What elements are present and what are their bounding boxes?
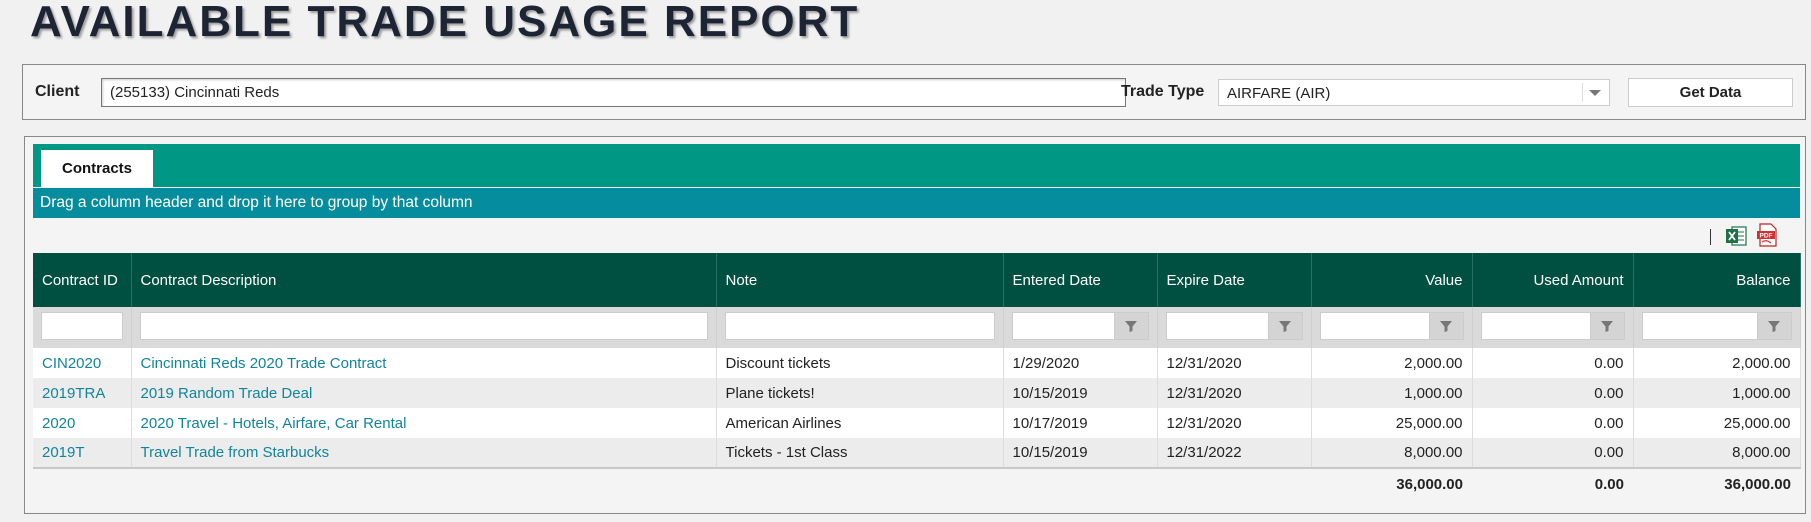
tabstrip: Contracts	[33, 144, 1800, 187]
column-header-contract-description[interactable]: Contract Description	[131, 253, 717, 307]
filter-cell	[716, 307, 1004, 348]
table-row[interactable]: 2020 2020 Travel - Hotels, Airfare, Car …	[33, 408, 1801, 438]
filter-cell	[1003, 307, 1158, 348]
contract-description-link[interactable]: 2019 Random Trade Deal	[131, 378, 717, 408]
trade-type-label: Trade Type	[1121, 83, 1205, 100]
tab-contracts[interactable]: Contracts	[41, 150, 153, 187]
filter-input-note[interactable]	[724, 312, 995, 340]
filter-input-expire-date[interactable]	[1165, 312, 1269, 340]
filter-icon[interactable]	[1268, 312, 1303, 340]
get-data-button[interactable]: Get Data	[1628, 78, 1793, 107]
filter-input-contract-id[interactable]	[41, 312, 123, 340]
expire-date-cell: 12/31/2022	[1157, 438, 1312, 468]
filter-icon[interactable]	[1590, 312, 1625, 340]
entered-date-cell: 10/15/2019	[1003, 438, 1158, 468]
value-cell: 1,000.00	[1311, 378, 1473, 408]
note-cell: Discount tickets	[716, 348, 1004, 378]
client-input[interactable]: (255133) Cincinnati Reds	[101, 78, 1126, 107]
pdf-export-icon[interactable]: PDF	[1756, 223, 1778, 247]
balance-cell: 8,000.00	[1633, 438, 1801, 468]
filter-input-contract-description[interactable]	[139, 312, 708, 340]
column-header-balance[interactable]: Balance	[1633, 253, 1801, 307]
used-amount-cell: 0.00	[1472, 438, 1634, 468]
grid-toolbar: PDF	[33, 219, 1800, 253]
entered-date-cell: 10/17/2019	[1003, 408, 1158, 438]
contract-id-link[interactable]: 2020	[33, 408, 132, 438]
expire-date-cell: 12/31/2020	[1157, 348, 1312, 378]
balance-cell: 2,000.00	[1633, 348, 1801, 378]
column-header-value[interactable]: Value	[1311, 253, 1473, 307]
filter-cell	[33, 307, 132, 348]
contract-id-link[interactable]: CIN2020	[33, 348, 132, 378]
expire-date-cell: 12/31/2020	[1157, 378, 1312, 408]
contract-id-link[interactable]: 2019TRA	[33, 378, 132, 408]
filter-panel: Client (255133) Cincinnati Reds Trade Ty…	[22, 64, 1806, 120]
balance-cell: 25,000.00	[1633, 408, 1801, 438]
column-header-note[interactable]: Note	[716, 253, 1004, 307]
svg-text:PDF: PDF	[1760, 233, 1773, 240]
page-title: AVAILABLE TRADE USAGE REPORT	[30, 0, 860, 46]
expire-date-cell: 12/31/2020	[1157, 408, 1312, 438]
column-header-contract-id[interactable]: Contract ID	[33, 253, 132, 307]
contract-description-link[interactable]: Travel Trade from Starbucks	[131, 438, 717, 468]
filter-input-balance[interactable]	[1641, 312, 1758, 340]
filter-cell	[1157, 307, 1312, 348]
toolbar-divider	[1710, 229, 1711, 245]
total-value: 36,000.00	[1311, 467, 1472, 500]
value-cell: 25,000.00	[1311, 408, 1473, 438]
column-header-entered-date[interactable]: Entered Date	[1003, 253, 1158, 307]
used-amount-cell: 0.00	[1472, 408, 1634, 438]
table-row[interactable]: CIN2020 Cincinnati Reds 2020 Trade Contr…	[33, 348, 1801, 378]
footer-cell	[716, 467, 1003, 500]
filter-input-entered-date[interactable]	[1011, 312, 1115, 340]
footer-cell	[131, 467, 716, 500]
filter-icon[interactable]	[1757, 312, 1792, 340]
totals-row: 36,000.00 0.00 36,000.00	[33, 467, 1800, 500]
entered-date-cell: 1/29/2020	[1003, 348, 1158, 378]
total-balance: 36,000.00	[1633, 467, 1800, 500]
footer-cell	[1157, 467, 1311, 500]
filter-icon[interactable]	[1429, 312, 1464, 340]
total-used-amount: 0.00	[1472, 467, 1633, 500]
filter-icon[interactable]	[1114, 312, 1149, 340]
client-label: Client	[35, 83, 80, 100]
footer-cell	[1003, 467, 1157, 500]
value-cell: 2,000.00	[1311, 348, 1473, 378]
trade-type-value: AIRFARE (AIR)	[1227, 85, 1331, 102]
contract-description-link[interactable]: 2020 Travel - Hotels, Airfare, Car Renta…	[131, 408, 717, 438]
filter-input-used-amount[interactable]	[1480, 312, 1591, 340]
used-amount-cell: 0.00	[1472, 378, 1634, 408]
group-by-bar[interactable]: Drag a column header and drop it here to…	[33, 188, 1800, 218]
contract-description-link[interactable]: Cincinnati Reds 2020 Trade Contract	[131, 348, 717, 378]
balance-cell: 1,000.00	[1633, 378, 1801, 408]
excel-export-icon[interactable]	[1725, 225, 1747, 247]
note-cell: American Airlines	[716, 408, 1004, 438]
column-header-used-amount[interactable]: Used Amount	[1472, 253, 1634, 307]
table-row[interactable]: 2019T Travel Trade from Starbucks Ticket…	[33, 438, 1801, 468]
note-cell: Tickets - 1st Class	[716, 438, 1004, 468]
chevron-down-icon[interactable]	[1589, 90, 1601, 96]
select-divider	[1582, 83, 1583, 102]
contracts-grid: Contract ID Contract Description Note En…	[33, 253, 1801, 500]
entered-date-cell: 10/15/2019	[1003, 378, 1158, 408]
footer-cell	[33, 467, 131, 500]
contracts-panel: Contracts Drag a column header and drop …	[24, 136, 1806, 514]
contract-id-link[interactable]: 2019T	[33, 438, 132, 468]
note-cell: Plane tickets!	[716, 378, 1004, 408]
filter-cell	[1472, 307, 1634, 348]
filter-input-value[interactable]	[1319, 312, 1430, 340]
table-row[interactable]: 2019TRA 2019 Random Trade Deal Plane tic…	[33, 378, 1801, 408]
filter-cell	[1633, 307, 1801, 348]
used-amount-cell: 0.00	[1472, 348, 1634, 378]
trade-type-select[interactable]: AIRFARE (AIR)	[1218, 79, 1610, 106]
value-cell: 8,000.00	[1311, 438, 1473, 468]
column-header-expire-date[interactable]: Expire Date	[1157, 253, 1312, 307]
filter-cell	[131, 307, 717, 348]
filter-row	[33, 307, 1801, 348]
filter-cell	[1311, 307, 1473, 348]
